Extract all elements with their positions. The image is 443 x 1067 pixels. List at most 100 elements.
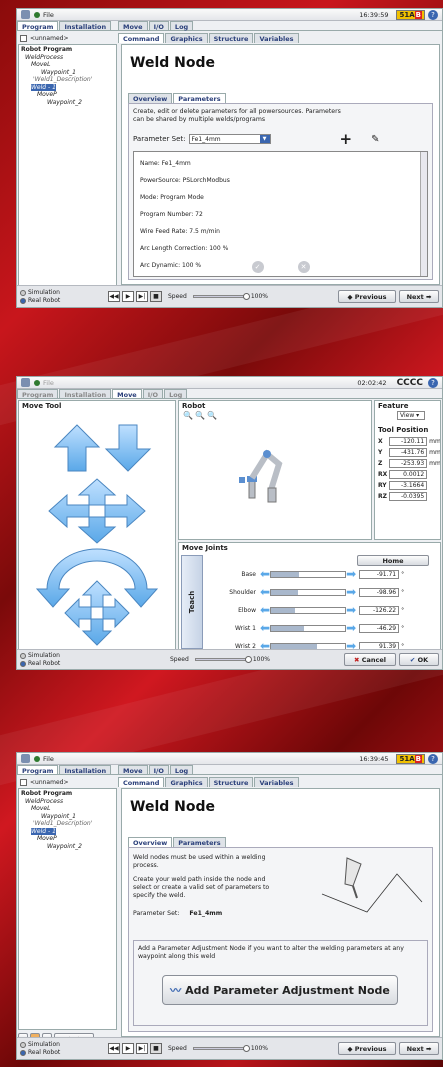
skip-back-icon[interactable]: ◀◀ bbox=[108, 1043, 120, 1054]
tab-command[interactable]: Command bbox=[118, 777, 165, 787]
tab-installation[interactable]: Installation bbox=[59, 765, 112, 775]
play-icon[interactable]: ▶ bbox=[122, 1043, 134, 1054]
tab-structure[interactable]: Structure bbox=[208, 777, 254, 787]
skip-back-icon[interactable]: ◀◀ bbox=[108, 291, 120, 302]
help-icon[interactable]: ? bbox=[428, 9, 438, 20]
tree-item[interactable]: MoveP bbox=[21, 835, 114, 843]
tab-variables[interactable]: Variables bbox=[254, 33, 299, 43]
feature-select[interactable]: View ▾ bbox=[397, 411, 425, 420]
tree-item-selected[interactable]: Weld - 1 bbox=[31, 83, 56, 91]
tab-installation[interactable]: Installation bbox=[59, 389, 112, 399]
add-parameter-icon[interactable]: + bbox=[340, 130, 353, 148]
tree-item[interactable]: Waypoint_1 bbox=[21, 813, 114, 821]
tab-program[interactable]: Program bbox=[17, 21, 59, 31]
axis-value-field[interactable]: -3.1664 bbox=[388, 481, 428, 490]
tree-item-selected[interactable]: Weld - 1 bbox=[31, 827, 56, 835]
zoom-out-icon[interactable]: 🔍 bbox=[195, 411, 205, 420]
tab-overview[interactable]: Overview bbox=[128, 837, 173, 847]
step-icon[interactable]: ▶| bbox=[136, 291, 148, 302]
ok-button[interactable]: ✔ OK bbox=[399, 653, 439, 666]
help-icon[interactable]: ? bbox=[428, 377, 438, 388]
param-set-select[interactable]: Fe1_4mm ▼ bbox=[188, 134, 271, 144]
joint-value-field[interactable]: -91.71 bbox=[359, 569, 400, 579]
joint-value-field[interactable]: -98.96 bbox=[359, 587, 400, 597]
speed-slider[interactable] bbox=[194, 656, 252, 663]
tab-move[interactable]: Move bbox=[112, 389, 142, 399]
axis-value-field[interactable]: -253.93 bbox=[388, 459, 428, 468]
step-icon[interactable]: ▶| bbox=[136, 1043, 148, 1054]
next-button[interactable]: Next ➡ bbox=[399, 290, 439, 303]
simulation-radio[interactable]: Simulation bbox=[20, 289, 100, 297]
tree-item[interactable]: Waypoint_1 bbox=[21, 69, 114, 77]
tab-move[interactable]: Move bbox=[118, 21, 148, 31]
joint-increase-icon[interactable]: ➡ bbox=[346, 585, 356, 599]
help-icon[interactable]: ? bbox=[428, 753, 438, 764]
tree-item[interactable]: 'Weld1_Description' bbox=[21, 820, 114, 828]
tab-log[interactable]: Log bbox=[169, 765, 194, 775]
real-robot-radio[interactable]: Real Robot bbox=[20, 297, 100, 305]
teach-button[interactable]: Teach bbox=[181, 555, 203, 649]
previous-button[interactable]: ◆ Previous bbox=[338, 290, 396, 303]
tab-parameters[interactable]: Parameters bbox=[173, 93, 226, 103]
joint-increase-icon[interactable]: ➡ bbox=[346, 603, 356, 617]
zoom-in-icon[interactable]: 🔍 bbox=[183, 411, 193, 420]
tree-item[interactable]: Robot Program bbox=[21, 46, 114, 54]
joint-increase-icon[interactable]: ➡ bbox=[346, 567, 356, 581]
tree-item[interactable]: Robot Program bbox=[21, 790, 114, 798]
tab-io[interactable]: I/O bbox=[148, 21, 169, 31]
file-menu[interactable]: File bbox=[34, 11, 54, 19]
edit-pencil-icon[interactable]: ✎ bbox=[371, 134, 379, 145]
cancel-button[interactable]: ✖ Cancel bbox=[344, 653, 396, 666]
stop-icon[interactable]: ■ bbox=[150, 1043, 162, 1054]
real-robot-radio[interactable]: Real Robot bbox=[20, 660, 170, 668]
joint-value-field[interactable]: -46.29 bbox=[359, 623, 400, 633]
tab-overview[interactable]: Overview bbox=[128, 93, 173, 103]
joint-increase-icon[interactable]: ➡ bbox=[346, 621, 356, 635]
tree-item[interactable]: MoveP bbox=[21, 91, 114, 99]
tree-item[interactable]: Waypoint_2 bbox=[21, 843, 114, 851]
tab-command[interactable]: Command bbox=[118, 33, 165, 43]
tree-item[interactable]: MoveL bbox=[21, 61, 114, 69]
speed-slider[interactable] bbox=[192, 293, 250, 300]
tree-item[interactable]: WeldProcess bbox=[21, 54, 114, 62]
tree-item[interactable]: Waypoint_2 bbox=[21, 99, 114, 107]
tab-graphics[interactable]: Graphics bbox=[165, 777, 208, 787]
tab-log[interactable]: Log bbox=[164, 389, 188, 399]
tree-item[interactable]: MoveL bbox=[21, 805, 114, 813]
tab-graphics[interactable]: Graphics bbox=[165, 33, 208, 43]
joint-decrease-icon[interactable]: ⬅ bbox=[260, 567, 270, 581]
axis-value-field[interactable]: -0.0395 bbox=[388, 492, 428, 501]
tab-variables[interactable]: Variables bbox=[254, 777, 299, 787]
confirm-icon[interactable]: ✓ bbox=[251, 261, 264, 273]
file-menu[interactable]: File bbox=[34, 755, 54, 763]
joint-decrease-icon[interactable]: ⬅ bbox=[260, 585, 270, 599]
tab-io[interactable]: I/O bbox=[142, 389, 164, 399]
delete-icon[interactable]: ✕ bbox=[297, 261, 310, 273]
tab-program[interactable]: Program bbox=[17, 765, 59, 775]
add-parameter-adjustment-button[interactable]: 〰 Add Parameter Adjustment Node bbox=[162, 975, 398, 1005]
tab-parameters[interactable]: Parameters bbox=[173, 837, 226, 847]
tab-structure[interactable]: Structure bbox=[208, 33, 254, 43]
previous-button[interactable]: ◆ Previous bbox=[338, 1042, 396, 1055]
tab-io[interactable]: I/O bbox=[148, 765, 169, 775]
tab-program[interactable]: Program bbox=[17, 389, 59, 399]
axis-value-field[interactable]: -431.76 bbox=[388, 448, 428, 457]
joint-decrease-icon[interactable]: ⬅ bbox=[260, 603, 270, 617]
scrollbar[interactable] bbox=[420, 152, 427, 276]
joint-decrease-icon[interactable]: ⬅ bbox=[260, 621, 270, 635]
tree-item[interactable]: 'Weld1_Description' bbox=[21, 76, 114, 84]
next-button[interactable]: Next ➡ bbox=[399, 1042, 439, 1055]
tree-item[interactable]: WeldProcess bbox=[21, 798, 114, 806]
joint-value-field[interactable]: -126.22 bbox=[359, 605, 400, 615]
real-robot-radio[interactable]: Real Robot bbox=[20, 1049, 100, 1057]
file-menu[interactable]: File bbox=[34, 379, 54, 387]
tab-log[interactable]: Log bbox=[169, 21, 194, 31]
tab-installation[interactable]: Installation bbox=[59, 21, 112, 31]
simulation-radio[interactable]: Simulation bbox=[20, 1041, 100, 1049]
stop-icon[interactable]: ■ bbox=[150, 291, 162, 302]
play-icon[interactable]: ▶ bbox=[122, 291, 134, 302]
simulation-radio[interactable]: Simulation bbox=[20, 652, 170, 660]
axis-value-field[interactable]: -120.11 bbox=[388, 437, 428, 446]
zoom-fit-icon[interactable]: 🔍 bbox=[207, 411, 217, 420]
tab-move[interactable]: Move bbox=[118, 765, 148, 775]
